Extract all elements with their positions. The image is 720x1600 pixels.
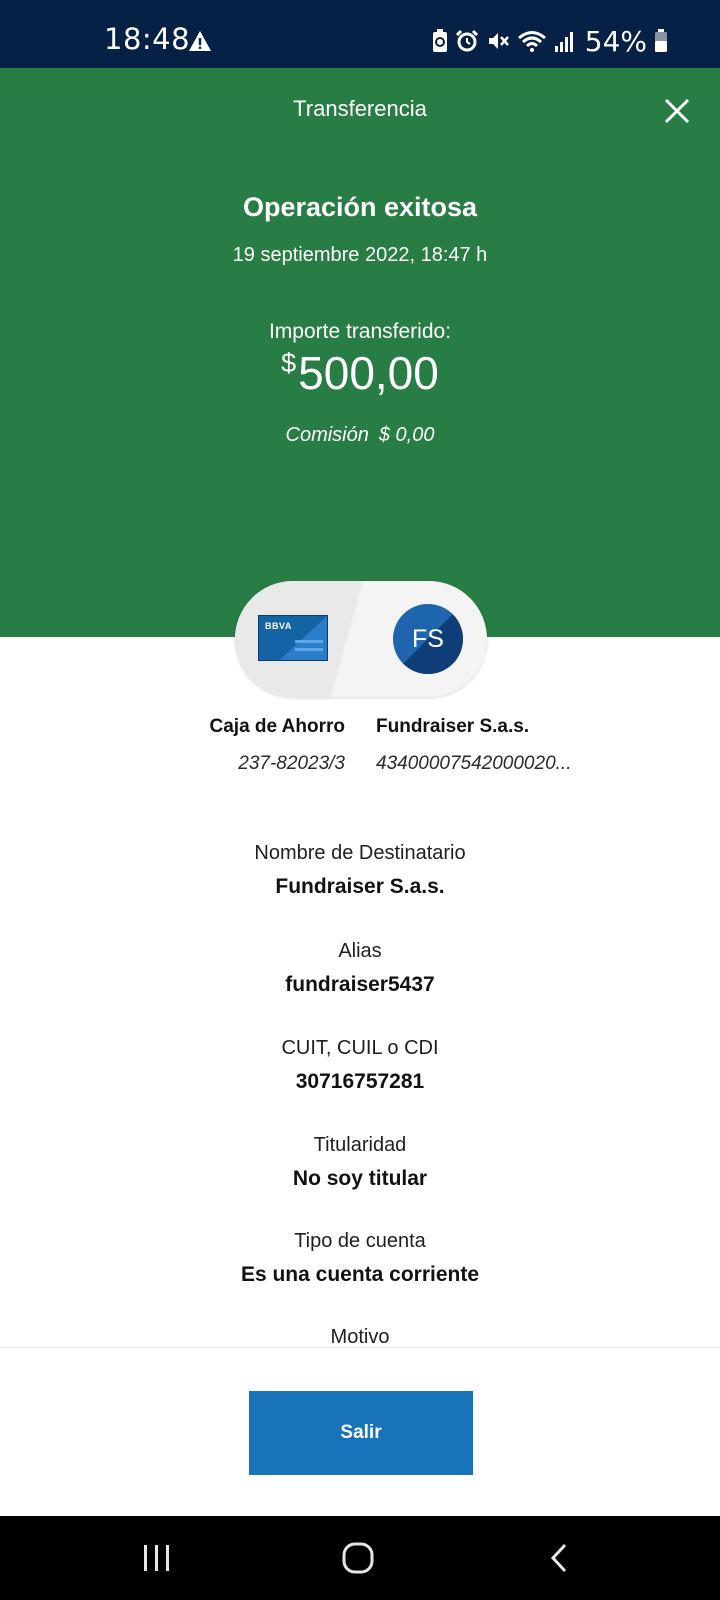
field-label: Nombre de Destinatario <box>254 842 466 864</box>
commission-value: $ 0,00 <box>378 424 435 446</box>
signal-icon <box>554 32 573 52</box>
transfer-accounts-pill: BBVA FS <box>235 581 487 697</box>
operation-date: 19 septiembre 2022, 18:47 h <box>232 244 488 266</box>
mute-icon <box>488 33 509 49</box>
detail-cuit: CUIT, CUIL o CDI 30716757281 <box>0 1037 720 1094</box>
exit-button[interactable]: Salir <box>249 1391 473 1475</box>
destination-account-name: Fundraiser S.a.s. <box>376 716 530 737</box>
field-label: CUIT, CUIL o CDI <box>281 1037 439 1059</box>
field-label: Tipo de cuenta <box>294 1230 426 1252</box>
transfer-amount: $500,00 <box>0 346 720 400</box>
page-title: Transferencia <box>293 96 427 121</box>
recipient-avatar: FS <box>393 604 463 674</box>
battery-percent: 54% <box>584 24 647 58</box>
detail-recipient-name: Nombre de Destinatario Fundraiser S.a.s. <box>0 842 720 899</box>
bank-logo: BBVA <box>265 621 292 631</box>
field-value: 30716757281 <box>295 1070 425 1093</box>
warning-icon <box>189 31 211 51</box>
recent-apps-icon[interactable] <box>137 1540 177 1576</box>
field-value: Es una cuenta corriente <box>240 1263 480 1286</box>
field-value: Fundraiser S.a.s. <box>275 875 445 898</box>
field-value: fundraiser5437 <box>285 973 435 996</box>
amount-label: Importe transferido: <box>268 320 452 343</box>
source-account-name: Caja de Ahorro <box>209 716 346 737</box>
footer: Salir <box>0 1347 720 1516</box>
battery-saver-icon <box>432 29 447 52</box>
detail-ownership: Titularidad No soy titular <box>0 1134 720 1191</box>
home-icon[interactable] <box>338 1540 378 1576</box>
battery-icon <box>655 29 667 52</box>
success-header: Transferencia Operación exitosa 19 septi… <box>0 68 720 637</box>
bank-card-icon: BBVA <box>258 615 328 661</box>
status-time: 18:48 <box>104 22 191 56</box>
field-value: No soy titular <box>292 1167 428 1190</box>
status-icons: 54% <box>432 24 668 58</box>
commission-label: Comisión <box>285 424 369 446</box>
field-label: Titularidad <box>313 1134 407 1156</box>
source-account-number: 237-82023/3 <box>238 753 345 774</box>
detail-alias: Alias fundraiser5437 <box>0 940 720 997</box>
detail-reason: Motivo <box>0 1326 720 1349</box>
status-bar: 18:48 54% <box>0 0 720 68</box>
navigation-bar <box>0 1516 720 1600</box>
field-label: Alias <box>338 940 382 962</box>
destination-account-number: 43400007542000020... <box>376 753 572 774</box>
alarm-icon <box>455 29 478 52</box>
recipient-initials: FS <box>412 625 444 653</box>
amount-value: 500,00 <box>298 347 439 399</box>
wifi-icon <box>517 31 546 52</box>
commission: Comisión $ 0,00 <box>0 424 720 447</box>
operation-status: Operación exitosa <box>242 192 478 222</box>
currency-symbol: $ <box>281 348 297 378</box>
detail-account-type: Tipo de cuenta Es una cuenta corriente <box>0 1230 720 1287</box>
back-icon[interactable] <box>541 1540 581 1576</box>
field-label: Motivo <box>330 1326 390 1348</box>
close-icon[interactable] <box>662 96 692 126</box>
